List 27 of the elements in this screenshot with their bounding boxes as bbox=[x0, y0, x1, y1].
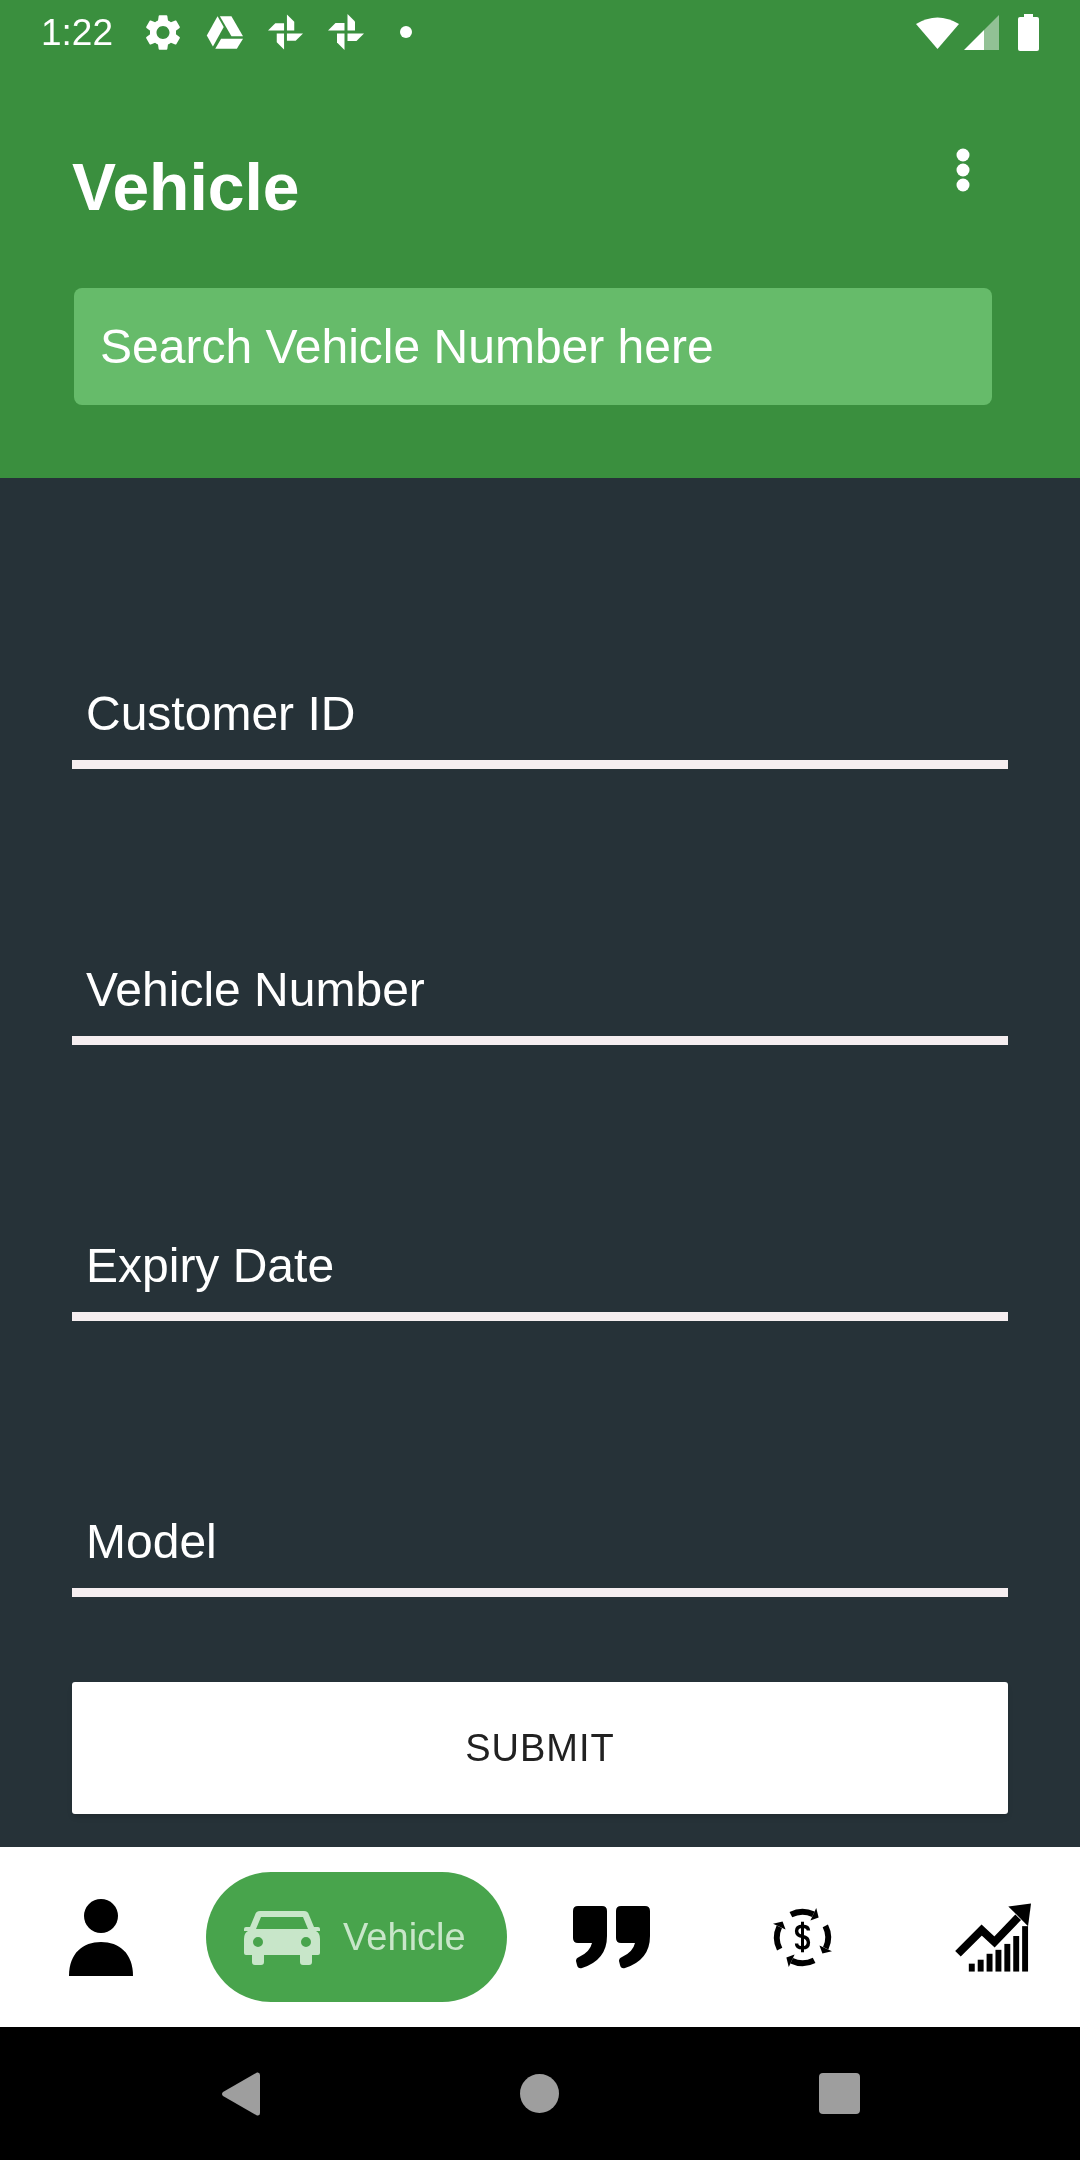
signal-icon bbox=[964, 14, 999, 50]
pinwheel-icon bbox=[268, 14, 303, 50]
text-field[interactable]: Model bbox=[72, 1513, 1008, 1597]
submit-button[interactable]: SUBMIT bbox=[72, 1682, 1008, 1814]
text-field[interactable]: Customer ID bbox=[72, 685, 1008, 769]
battery-icon bbox=[1018, 13, 1039, 51]
home-icon[interactable] bbox=[519, 2074, 559, 2113]
nav-tab[interactable] bbox=[69, 1898, 133, 1976]
rising-chart-icon bbox=[955, 1902, 1033, 1972]
toolbar-title: Vehicle bbox=[72, 154, 300, 220]
triangle-logo-icon bbox=[206, 15, 243, 49]
search-field[interactable]: Search Vehicle Number here bbox=[74, 288, 992, 405]
more-options-icon[interactable] bbox=[956, 148, 970, 192]
person-icon bbox=[69, 1898, 133, 1976]
nav-tab[interactable] bbox=[573, 1905, 651, 1969]
recents-icon[interactable] bbox=[818, 2073, 860, 2114]
notification-dot-icon bbox=[400, 26, 412, 38]
text-field[interactable]: Expiry Date bbox=[72, 1237, 1008, 1321]
text-field[interactable]: Vehicle Number bbox=[72, 961, 1008, 1045]
car-icon bbox=[244, 1909, 321, 1965]
quote-icon bbox=[573, 1905, 651, 1969]
nav-tab[interactable] bbox=[955, 1902, 1033, 1972]
status-time: 1:22 bbox=[41, 13, 113, 51]
pinwheel-icon bbox=[328, 14, 364, 50]
back-icon[interactable] bbox=[220, 2071, 260, 2116]
wifi-icon bbox=[916, 15, 959, 49]
gear-icon bbox=[146, 14, 180, 50]
